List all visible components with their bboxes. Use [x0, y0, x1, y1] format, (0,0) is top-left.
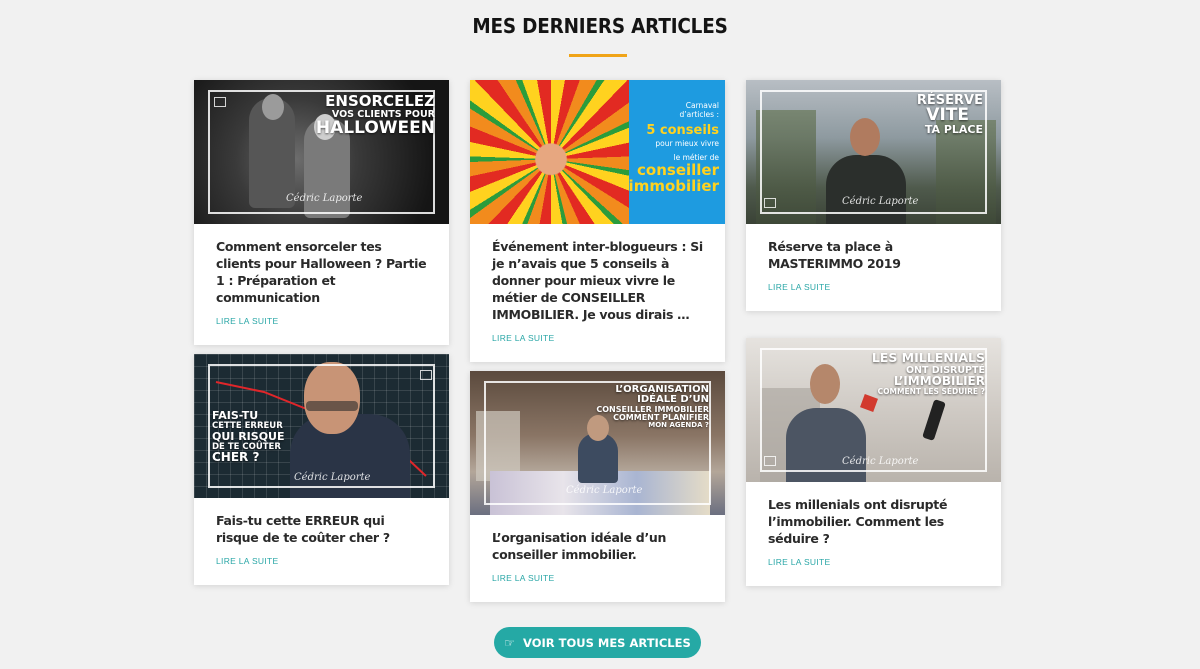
read-more-link[interactable]: LIRE LA SUITE	[216, 556, 278, 566]
hand-pointer-icon: ☞	[504, 635, 516, 650]
article-thumbnail[interactable]: ENSORCELEZ VOS CLIENTS POUR HALLOWEEN Cé…	[194, 80, 449, 224]
thumb-text-line: ENSORCELEZ	[325, 92, 435, 110]
thumb-text-line: QUI RISQUE	[212, 429, 285, 443]
signature: Cédric Laporte	[842, 196, 919, 207]
thumb-text-line: pour mieux vivre	[655, 139, 719, 148]
article-thumbnail[interactable]: Carnaval d’articles : 5 conseils pour mi…	[470, 80, 725, 224]
article-thumbnail[interactable]: L’ORGANISATION IDÉALE D’UN CONSEILLER IM…	[470, 371, 725, 515]
thumb-text-line: 5 conseils	[646, 123, 719, 138]
thumb-text-line: HALLOWEEN	[315, 117, 435, 138]
article-title[interactable]: Fais-tu cette ERREUR qui risque de te co…	[216, 512, 427, 546]
thumb-text-line: COMMENT LES SÉDUIRE ?	[877, 387, 985, 396]
article-card[interactable]: LES MILLENIALS ONT DISRUPTÉ L’IMMOBILIER…	[746, 338, 1001, 586]
signature: Cédric Laporte	[286, 193, 363, 204]
thumb-text-line: L’IMMOBILIER	[893, 374, 985, 388]
read-more-link[interactable]: LIRE LA SUITE	[492, 333, 554, 343]
thumb-text-line: immobilier	[628, 177, 719, 195]
article-title[interactable]: Événement inter-blogueurs : Si je n’avai…	[492, 238, 703, 323]
article-title[interactable]: Les millenials ont disrupté l’immobilier…	[768, 496, 979, 547]
thumb-text-line: conseiller	[637, 161, 719, 179]
article-thumbnail[interactable]: LES MILLENIALS ONT DISRUPTÉ L’IMMOBILIER…	[746, 338, 1001, 482]
read-more-link[interactable]: LIRE LA SUITE	[216, 316, 278, 326]
signature: Cédric Laporte	[566, 485, 643, 496]
thumb-text-line: CHER ?	[212, 450, 260, 464]
view-all-articles-button[interactable]: ☞ VOIR TOUS MES ARTICLES	[494, 627, 701, 658]
thumb-text-line: le métier de	[673, 152, 719, 162]
article-title[interactable]: L’organisation idéale d’un conseiller im…	[492, 529, 703, 563]
article-card[interactable]: RÉSERVE VITE TA PLACE Cédric Laporte Rés…	[746, 80, 1001, 311]
article-card[interactable]: L’ORGANISATION IDÉALE D’UN CONSEILLER IM…	[470, 371, 725, 602]
article-title[interactable]: Comment ensorceler tes clients pour Hall…	[216, 238, 427, 306]
thumb-text-line: LES MILLENIALS	[871, 350, 985, 365]
view-all-articles-label: VOIR TOUS MES ARTICLES	[523, 635, 691, 650]
thumb-text-line: Carnaval	[685, 101, 719, 110]
title-underline	[569, 54, 627, 57]
article-card[interactable]: ENSORCELEZ VOS CLIENTS POUR HALLOWEEN Cé…	[194, 80, 449, 345]
thumb-text-line: FAIS-TU	[212, 409, 259, 422]
article-card[interactable]: Carnaval d’articles : 5 conseils pour mi…	[470, 80, 725, 362]
article-thumbnail[interactable]: RÉSERVE VITE TA PLACE Cédric Laporte	[746, 80, 1001, 224]
article-card[interactable]: FAIS-TU CETTE ERREUR QUI RISQUE DE TE CO…	[194, 354, 449, 585]
read-more-link[interactable]: LIRE LA SUITE	[768, 282, 830, 292]
article-thumbnail[interactable]: FAIS-TU CETTE ERREUR QUI RISQUE DE TE CO…	[194, 354, 449, 498]
read-more-link[interactable]: LIRE LA SUITE	[768, 557, 830, 567]
article-title[interactable]: Réserve ta place à MASTERIMMO 2019	[768, 238, 979, 272]
read-more-link[interactable]: LIRE LA SUITE	[492, 573, 554, 583]
thumb-text-line: TA PLACE	[924, 123, 983, 136]
signature: Cédric Laporte	[842, 456, 919, 467]
thumb-text-line: IDÉALE D’UN	[637, 394, 709, 405]
thumb-text-line: MON AGENDA ?	[648, 421, 709, 429]
signature: Cédric Laporte	[294, 472, 371, 483]
thumb-text-line: d’articles :	[679, 109, 720, 119]
section-title: MES DERNIERS ARTICLES	[472, 14, 728, 38]
thumb-text-line: VITE	[926, 105, 969, 125]
